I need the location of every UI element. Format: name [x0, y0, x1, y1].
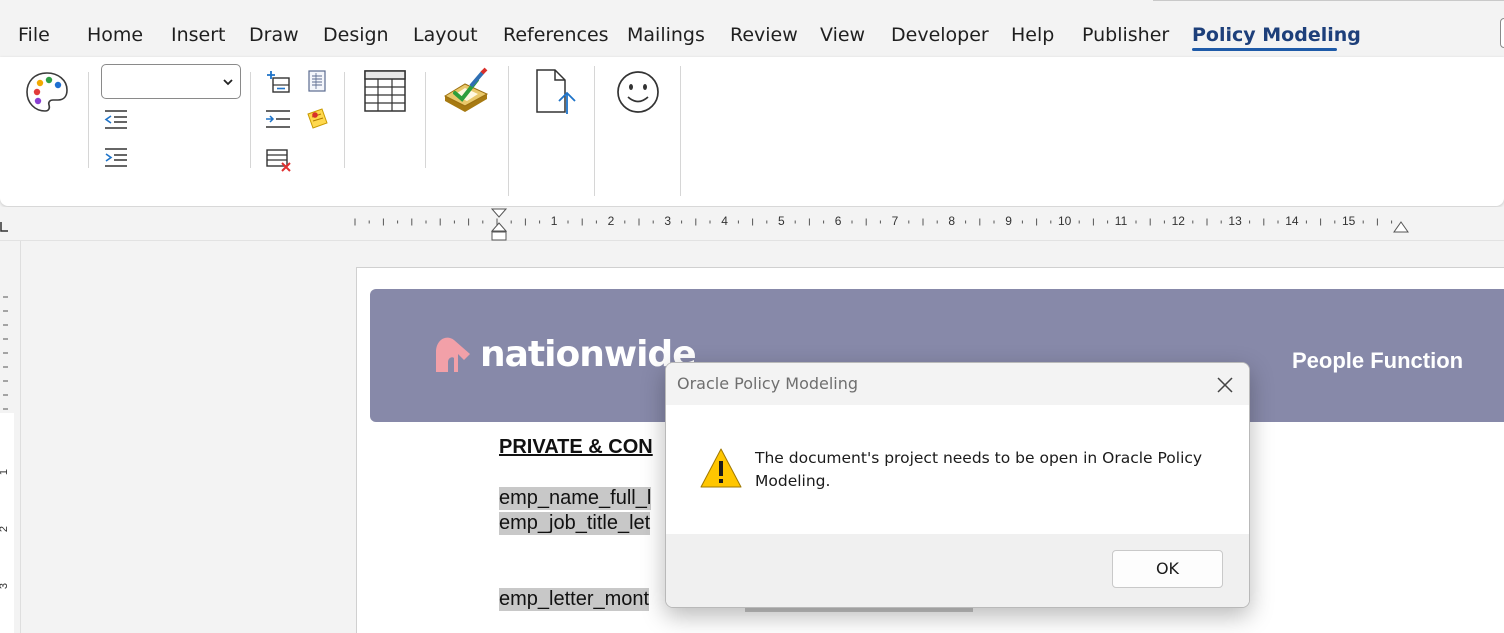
tab-references[interactable]: References	[503, 24, 609, 46]
style-dropdown[interactable]	[101, 64, 241, 99]
ruler-number: 12	[1171, 214, 1185, 228]
merge-field-job-title[interactable]: emp_job_title_let	[499, 512, 651, 535]
close-icon[interactable]	[1214, 374, 1236, 396]
ruler-number: 8	[948, 214, 956, 228]
title-divider	[1153, 0, 1504, 1]
merge-field-letter-month[interactable]: emp_letter_mont	[499, 588, 650, 611]
tab-design[interactable]: Design	[323, 24, 389, 46]
tab-policy-modeling[interactable]: Policy Modeling	[1192, 24, 1361, 46]
document-list-icon[interactable]	[306, 69, 328, 93]
tab-review[interactable]: Review	[730, 24, 798, 46]
ruler-ticks	[354, 218, 1393, 226]
ribbon-options-button[interactable]	[1500, 18, 1504, 48]
ruler-number: 1	[550, 214, 558, 228]
ok-button[interactable]: OK	[1112, 550, 1223, 588]
ruler-number: 13	[1228, 214, 1242, 228]
ruler-number: 10	[1058, 214, 1072, 228]
tab-mailings[interactable]: Mailings	[627, 24, 705, 46]
document-heading: PRIVATE & CON	[499, 436, 653, 458]
ruler-number: 2	[607, 214, 615, 228]
palette-icon[interactable]	[24, 70, 70, 114]
logo-text: nationwide	[480, 334, 697, 375]
ruler-number: 6	[834, 214, 842, 228]
ruler-number: 3	[664, 214, 672, 228]
ruler-number: 4	[721, 214, 728, 228]
tab-stop-selector-icon[interactable]	[0, 222, 8, 232]
ruler-number: 11	[1114, 214, 1128, 228]
sticky-note-icon[interactable]	[304, 106, 330, 132]
oracle-policy-modeling-dialog: Oracle Policy Modeling The document's pr…	[665, 362, 1250, 608]
menu-bar: File Home Insert Draw Design Layout Refe…	[0, 0, 1504, 56]
ribbon-separator	[88, 72, 89, 168]
warning-icon	[700, 448, 742, 488]
vertical-ruler-number: 1	[0, 469, 10, 475]
ruler-number: 14	[1285, 214, 1299, 228]
tab-developer[interactable]: Developer	[891, 24, 989, 46]
dialog-message: The document's project needs to be open …	[755, 449, 1203, 490]
ribbon-separator	[508, 66, 509, 196]
right-indent-marker-icon[interactable]	[1392, 220, 1410, 235]
ribbon-separator	[680, 66, 681, 196]
indent-marker-icon[interactable]	[490, 208, 508, 241]
chevron-down-icon	[223, 79, 233, 86]
ruler-number: 5	[778, 214, 785, 228]
tab-draw[interactable]: Draw	[249, 24, 299, 46]
merge-field-name[interactable]: emp_name_full_l	[499, 487, 652, 510]
tab-home[interactable]: Home	[87, 24, 143, 46]
upload-document-icon[interactable]	[533, 68, 579, 118]
indent-icon[interactable]	[264, 108, 292, 130]
ribbon-separator	[425, 72, 426, 168]
ribbon-separator	[344, 72, 345, 168]
delete-row-icon[interactable]	[265, 147, 293, 173]
ruler-number: 9	[1005, 214, 1012, 228]
ruler-number: 7	[891, 214, 899, 228]
active-tab-indicator	[1192, 48, 1337, 51]
vertical-ruler-number: 2	[0, 526, 10, 532]
vertical-ruler-number: 3	[0, 583, 10, 589]
decrease-indent-icon[interactable]	[103, 108, 129, 130]
ribbon-separator	[594, 66, 595, 196]
smiley-icon[interactable]	[615, 69, 661, 115]
nationwide-logo-mark-icon	[436, 337, 470, 372]
insert-row-icon[interactable]	[265, 69, 291, 95]
tab-help[interactable]: Help	[1011, 24, 1054, 46]
ribbon-separator	[250, 72, 251, 168]
ruler-number: 15	[1342, 214, 1356, 228]
dialog-title: Oracle Policy Modeling	[677, 374, 859, 393]
table-icon[interactable]	[363, 69, 407, 113]
tab-publisher[interactable]: Publisher	[1082, 24, 1169, 46]
tab-view[interactable]: View	[820, 24, 865, 46]
increase-indent-icon[interactable]	[103, 146, 129, 168]
vertical-ruler-page-area	[0, 413, 14, 633]
banner-title: People Function	[1292, 348, 1464, 373]
tab-file[interactable]: File	[18, 24, 50, 46]
tab-insert[interactable]: Insert	[171, 24, 226, 46]
validate-checkmark-icon[interactable]	[441, 66, 491, 116]
tab-layout[interactable]: Layout	[413, 24, 478, 46]
